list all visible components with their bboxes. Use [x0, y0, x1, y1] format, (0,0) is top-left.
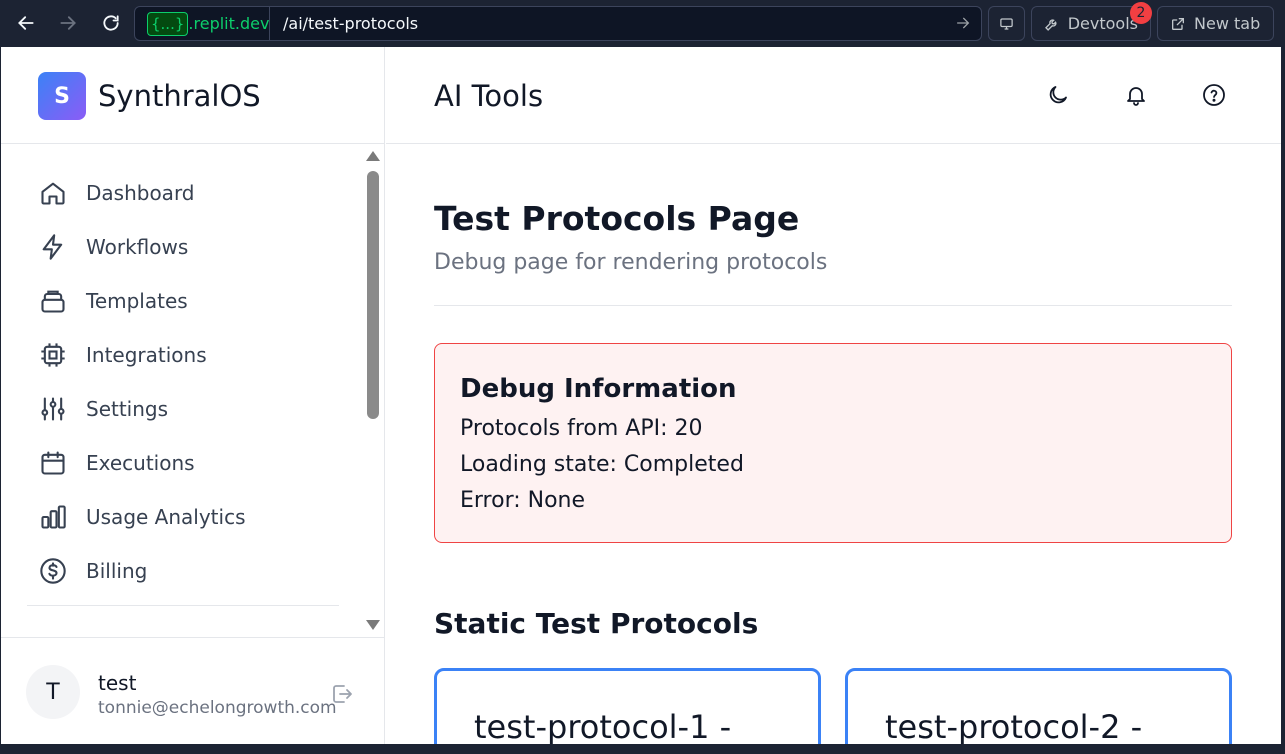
- debug-protocols-count: Protocols from API: 20: [460, 416, 703, 441]
- sidebar-item-usage-analytics[interactable]: Usage Analytics: [27, 495, 337, 539]
- url-bar[interactable]: {...} .replit.dev /ai/test-protocols: [134, 6, 982, 41]
- url-host-badge: {...}: [147, 12, 189, 36]
- arrow-left-icon: [18, 16, 34, 30]
- content-subtitle: Debug page for rendering protocols: [434, 250, 828, 275]
- external-link-icon: [1172, 17, 1184, 30]
- url-divider: [269, 7, 270, 40]
- url-host-domain: .replit.dev: [188, 14, 270, 33]
- sidebar-item-executions[interactable]: Executions: [27, 441, 337, 485]
- brand-header: S SynthralOS: [1, 47, 385, 144]
- new-tab-label: New tab: [1194, 14, 1261, 33]
- sliders-icon: [41, 397, 65, 421]
- scroll-up-arrow[interactable]: [366, 151, 380, 161]
- protocol-card-title: test-protocol-2 -: [885, 708, 1143, 744]
- sidebar: S SynthralOS Dashboard Workflows Templat…: [1, 47, 385, 744]
- go-arrow-icon[interactable]: [955, 15, 971, 31]
- logout-icon[interactable]: [330, 682, 354, 706]
- user-panel: T test tonnie@echelongrowth.com: [1, 637, 385, 744]
- user-email: tonnie@echelongrowth.com: [98, 698, 337, 718]
- forward-button[interactable]: [53, 8, 83, 38]
- sidebar-item-templates[interactable]: Templates: [27, 279, 337, 323]
- sidebar-item-label: Integrations: [86, 343, 207, 367]
- sidebar-item-label: Executions: [86, 451, 195, 475]
- sidebar-item-workflows[interactable]: Workflows: [27, 225, 337, 269]
- devtools-count-badge: 2: [1130, 2, 1152, 24]
- sidebar-nav: Dashboard Workflows Templates Integratio…: [1, 144, 385, 637]
- sidebar-item-integrations[interactable]: Integrations: [27, 333, 337, 377]
- bell-icon[interactable]: [1124, 83, 1148, 107]
- scrollbar-thumb[interactable]: [367, 171, 379, 419]
- content-divider: [434, 305, 1232, 306]
- app-window: S SynthralOS Dashboard Workflows Templat…: [1, 47, 1281, 744]
- protocol-card[interactable]: test-protocol-2 -: [845, 668, 1232, 744]
- wrench-icon: [1045, 18, 1057, 31]
- nav-divider: [27, 605, 339, 606]
- url-path[interactable]: /ai/test-protocols: [283, 7, 418, 40]
- reload-button[interactable]: [96, 8, 126, 38]
- content-title: Test Protocols Page: [434, 199, 800, 238]
- device-preview-button[interactable]: [988, 6, 1025, 41]
- debug-title: Debug Information: [460, 374, 737, 404]
- protocol-card[interactable]: test-protocol-1 -: [434, 668, 821, 744]
- home-icon: [41, 182, 65, 205]
- main-panel: AI Tools Test Protocols Page Debug page …: [386, 47, 1281, 744]
- sidebar-item-billing[interactable]: Billing: [27, 549, 337, 593]
- url-host: {...} .replit.dev: [141, 11, 276, 37]
- debug-info-box: Debug Information Protocols from API: 20…: [434, 343, 1232, 543]
- chip-icon: [41, 343, 65, 367]
- moon-icon[interactable]: [1046, 83, 1070, 107]
- browser-toolbar: {...} .replit.dev /ai/test-protocols Dev…: [0, 0, 1285, 47]
- calendar-icon: [41, 451, 65, 475]
- layers-icon: [41, 290, 65, 313]
- sidebar-item-label: Workflows: [86, 235, 189, 259]
- dollar-circle-icon: [40, 558, 66, 584]
- help-icon[interactable]: [1202, 83, 1226, 107]
- protocol-card-title: test-protocol-1 -: [474, 708, 732, 744]
- static-protocols-heading: Static Test Protocols: [434, 607, 759, 640]
- lightning-icon: [42, 234, 63, 260]
- app-logo[interactable]: S: [38, 72, 86, 120]
- user-name: test: [98, 671, 137, 695]
- avatar[interactable]: T: [26, 665, 80, 719]
- new-tab-button[interactable]: New tab: [1157, 6, 1274, 41]
- brand-name: SynthralOS: [98, 79, 261, 113]
- debug-error: Error: None: [460, 488, 586, 513]
- sidebar-item-dashboard[interactable]: Dashboard: [27, 171, 337, 215]
- top-header: AI Tools: [386, 47, 1281, 144]
- arrow-right-icon: [60, 16, 76, 30]
- sidebar-item-label: Billing: [86, 559, 148, 583]
- sidebar-item-settings[interactable]: Settings: [27, 387, 337, 431]
- sidebar-item-label: Settings: [86, 397, 169, 421]
- sidebar-item-label: Templates: [86, 289, 188, 313]
- sidebar-item-label: Dashboard: [86, 181, 195, 205]
- debug-loading-state: Loading state: Completed: [460, 452, 744, 477]
- sidebar-item-label: Usage Analytics: [86, 505, 246, 529]
- bar-chart-icon: [41, 505, 66, 529]
- devtools-label: Devtools: [1067, 14, 1138, 33]
- reload-icon: [103, 15, 119, 31]
- monitor-icon: [1000, 17, 1013, 30]
- page-title: AI Tools: [434, 79, 544, 113]
- scroll-down-arrow[interactable]: [366, 620, 380, 630]
- back-button[interactable]: [11, 8, 41, 38]
